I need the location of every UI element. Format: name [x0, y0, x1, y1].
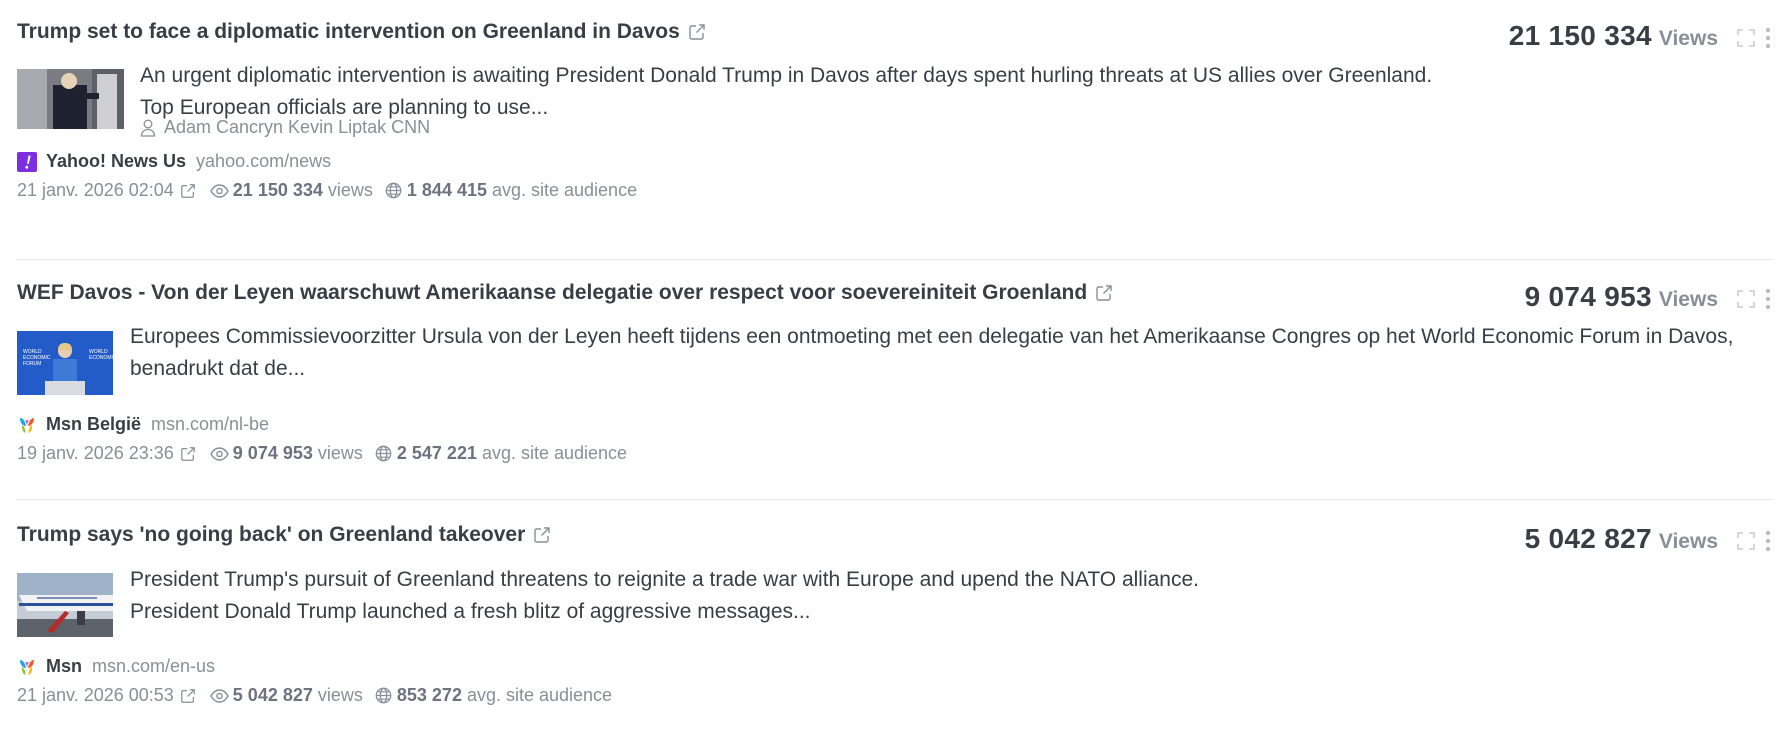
source-name[interactable]: Msn België [46, 414, 141, 435]
yahoo-logo-icon [17, 152, 37, 172]
more-options-icon[interactable] [1764, 288, 1772, 310]
article-date: 19 janv. 2026 23:36 [17, 443, 174, 463]
expand-icon[interactable] [1736, 28, 1756, 48]
article-card: Trump set to face a diplomatic intervent… [17, 18, 1772, 260]
views-summary: 21 150 334 Views [1509, 20, 1772, 52]
views-label: Views [1658, 27, 1718, 50]
external-link-icon[interactable] [180, 183, 196, 199]
article-card: WEF Davos - Von der Leyen waarschuwt Ame… [17, 279, 1772, 500]
more-options-icon[interactable] [1764, 27, 1772, 49]
more-options-icon[interactable] [1764, 530, 1772, 552]
globe-icon [385, 182, 402, 199]
eye-icon [210, 184, 229, 198]
msn-logo-icon [17, 657, 37, 677]
views-word: views [327, 180, 373, 200]
article-meta: 19 janv. 2026 23:36 9 074 953 views 2 54… [17, 443, 627, 464]
eye-icon [210, 689, 229, 703]
source-row: Msn België msn.com/nl-be [17, 414, 269, 435]
article-meta: 21 janv. 2026 02:04 21 150 334 views 1 8… [17, 180, 637, 201]
article-thumbnail[interactable] [17, 573, 113, 637]
external-link-icon[interactable] [180, 446, 196, 462]
person-icon [140, 119, 156, 137]
source-row: Yahoo! News Us yahoo.com/news [17, 151, 331, 172]
eye-icon [210, 447, 229, 461]
views-summary: 5 042 827 Views [1525, 523, 1772, 555]
article-author: Adam Cancryn Kevin Liptak CNN [140, 117, 430, 138]
article-title-row: Trump says 'no going back' on Greenland … [17, 523, 551, 547]
views-count: 5 042 827 [232, 685, 313, 705]
views-total: 5 042 827 [1524, 523, 1652, 554]
article-meta: 21 janv. 2026 00:53 5 042 827 views 853 … [17, 685, 612, 706]
audience-label: avg. site audience [491, 180, 638, 200]
article-description: President Trump's pursuit of Greenland t… [130, 564, 1199, 628]
source-name[interactable]: Msn [46, 656, 82, 677]
globe-icon [375, 445, 392, 462]
svg-text:ECONOMIC: ECONOMIC [89, 355, 113, 361]
expand-icon[interactable] [1736, 531, 1756, 551]
views-word: views [317, 443, 363, 463]
description-line: President Trump's pursuit of Greenland t… [130, 568, 1200, 591]
audience-label: avg. site audience [481, 443, 628, 463]
external-link-icon[interactable] [533, 526, 551, 544]
source-name[interactable]: Yahoo! News Us [46, 151, 186, 172]
source-row: Msn msn.com/en-us [17, 656, 215, 677]
description-line: benadrukt dat de... [130, 357, 306, 380]
audience-count: 853 272 [396, 685, 462, 705]
svg-text:FORUM: FORUM [23, 361, 41, 367]
description-line: President Donald Trump launched a fresh … [130, 600, 811, 623]
article-date: 21 janv. 2026 00:53 [17, 685, 174, 705]
source-domain[interactable]: msn.com/en-us [92, 656, 215, 677]
source-domain[interactable]: msn.com/nl-be [151, 414, 269, 435]
views-total: 21 150 334 [1508, 20, 1652, 51]
article-date: 21 janv. 2026 02:04 [17, 180, 174, 200]
author-name: Adam Cancryn Kevin Liptak CNN [164, 117, 431, 137]
article-thumbnail[interactable] [17, 69, 124, 129]
external-link-icon[interactable] [688, 23, 706, 41]
audience-count: 1 844 415 [406, 180, 487, 200]
article-title-link[interactable]: Trump set to face a diplomatic intervent… [17, 20, 680, 44]
description-line: Europees Commissievoorzitter Ursula von … [130, 325, 1734, 348]
external-link-icon[interactable] [180, 688, 196, 704]
article-feed: Trump set to face a diplomatic intervent… [0, 0, 1784, 734]
audience-label: avg. site audience [466, 685, 613, 705]
expand-icon[interactable] [1736, 289, 1756, 309]
article-card: Trump says 'no going back' on Greenland … [17, 521, 1772, 721]
article-description: An urgent diplomatic intervention is awa… [140, 60, 1432, 124]
article-description: Europees Commissievoorzitter Ursula von … [130, 285, 1733, 385]
views-label: Views [1658, 530, 1718, 553]
source-domain[interactable]: yahoo.com/news [196, 151, 331, 172]
article-title-link[interactable]: Trump says 'no going back' on Greenland … [17, 523, 525, 547]
msn-logo-icon [17, 415, 37, 435]
views-count: 21 150 334 [232, 180, 323, 200]
views-count: 9 074 953 [232, 443, 313, 463]
article-thumbnail[interactable]: WORLD ECONOMIC FORUM WORLD ECONOMIC [17, 331, 113, 395]
views-word: views [317, 685, 363, 705]
description-line: An urgent diplomatic intervention is awa… [140, 64, 1433, 87]
globe-icon [375, 687, 392, 704]
audience-count: 2 547 221 [396, 443, 477, 463]
article-title-row: Trump set to face a diplomatic intervent… [17, 20, 706, 44]
